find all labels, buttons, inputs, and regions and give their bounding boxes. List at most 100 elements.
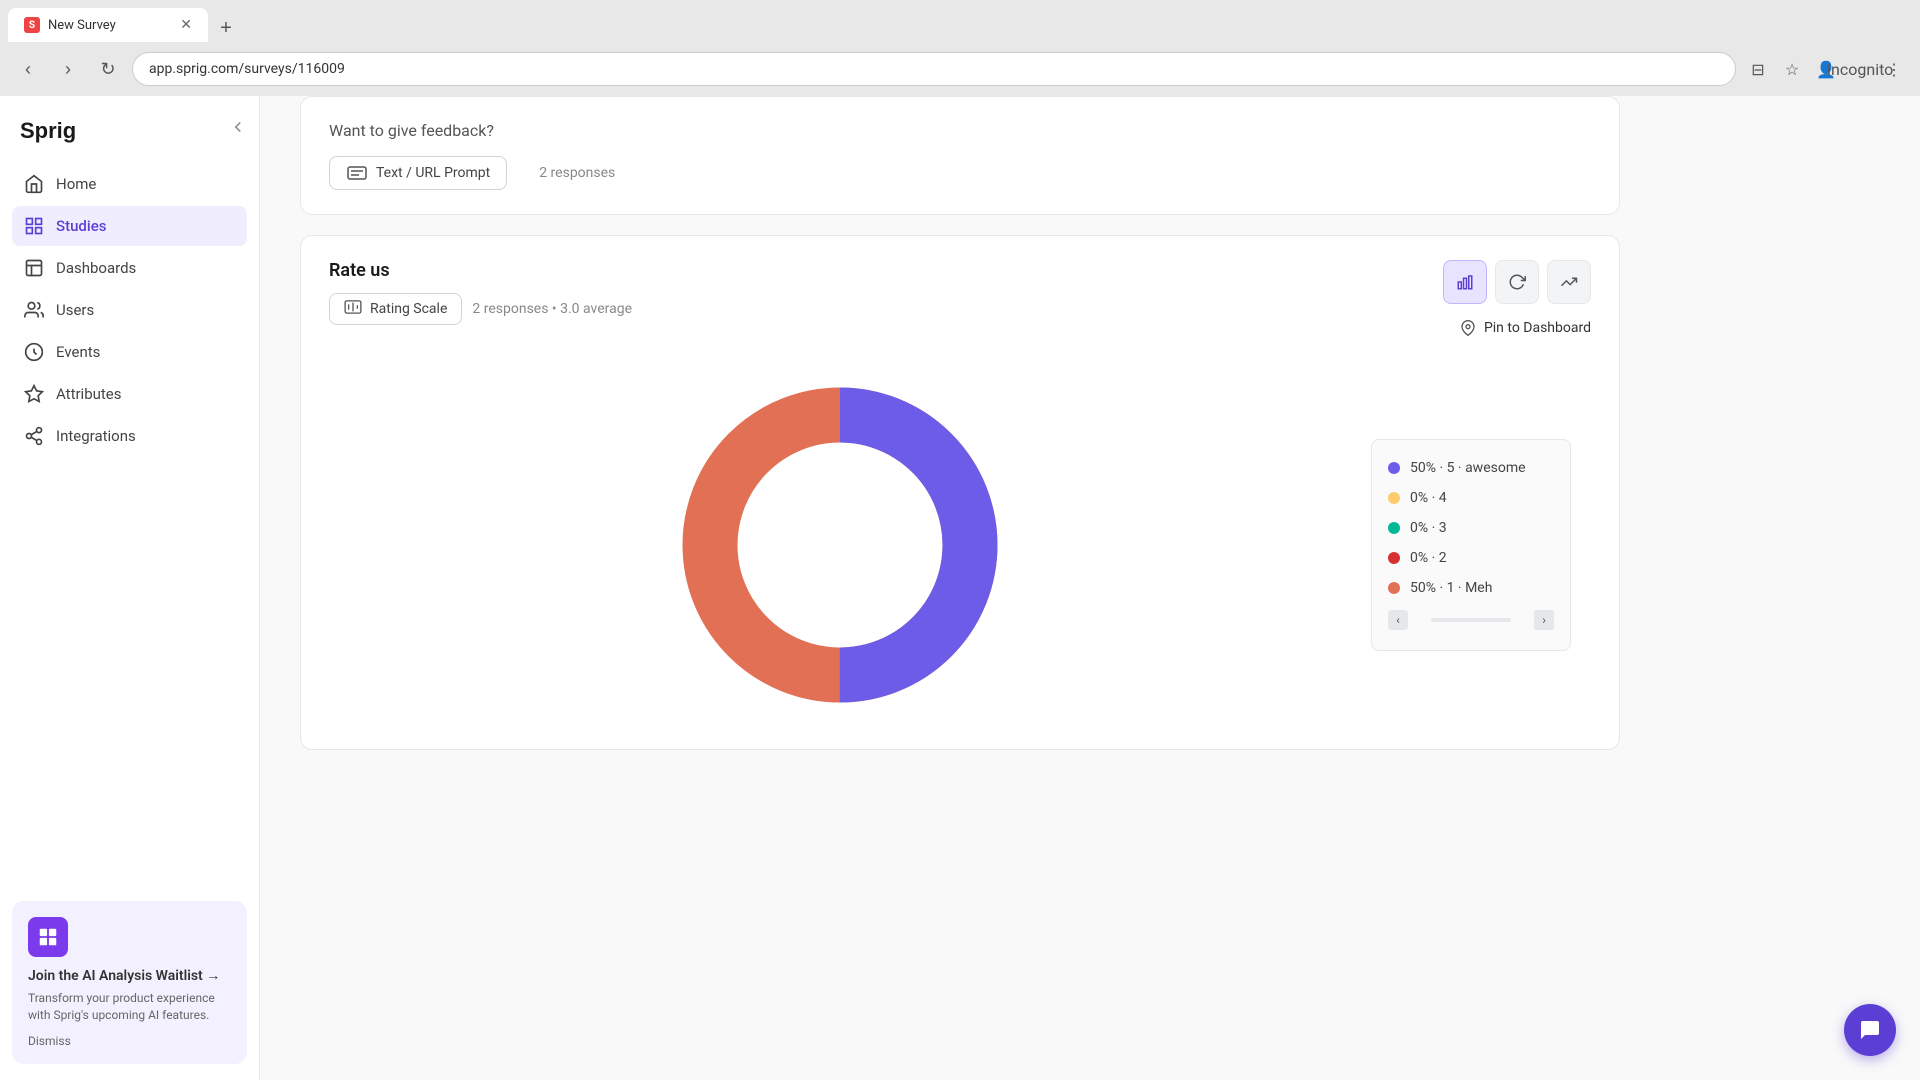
bar-chart-icon: [1456, 273, 1474, 291]
attributes-icon: [24, 384, 44, 404]
content-area: Want to give feedback? Text / URL Prompt…: [260, 96, 1660, 790]
legend-label-4: 50% · 1 · Meh: [1410, 580, 1492, 596]
rating-badge: Rating Scale: [329, 293, 462, 325]
legend-dot-3: [1388, 552, 1400, 564]
ai-banner: Join the AI Analysis Waitlist → Transfor…: [12, 901, 247, 1064]
sidebar-item-label: Dashboards: [56, 259, 136, 277]
ai-banner-dismiss[interactable]: Dismiss: [28, 1034, 231, 1048]
rating-badge-label: Rating Scale: [370, 301, 447, 317]
sidebar-logo: Sprig: [0, 96, 259, 164]
sidebar-nav: Home Studies Dashboards Users Events: [0, 164, 259, 885]
donut-chart: [670, 375, 1010, 715]
rating-responses: 2 responses • 3.0 average: [472, 301, 632, 317]
legend-item-1: 0% · 4: [1388, 490, 1554, 506]
legend-label-3: 0% · 2: [1410, 550, 1447, 566]
trend-button[interactable]: [1547, 260, 1591, 304]
legend-label-1: 0% · 4: [1410, 490, 1447, 506]
legend-item-3: 0% · 2: [1388, 550, 1554, 566]
sprig-logo: Sprig: [20, 116, 100, 144]
rating-card-left: Rate us Rating Scale 2 responses • 3.0 a…: [329, 260, 632, 349]
address-bar[interactable]: app.sprig.com/surveys/116009: [132, 52, 1736, 86]
sidebar-item-studies[interactable]: Studies: [12, 206, 247, 246]
dashboards-icon: [24, 258, 44, 278]
bookmark-icon[interactable]: ☆: [1778, 55, 1806, 83]
text-url-icon: [346, 165, 368, 181]
legend-nav: ‹ ›: [1388, 610, 1554, 630]
text-url-card: Want to give feedback? Text / URL Prompt…: [300, 96, 1620, 215]
reload-button[interactable]: ↻: [92, 53, 124, 85]
back-button[interactable]: ‹: [12, 53, 44, 85]
browser-chrome: S New Survey ✕ + ‹ › ↻ app.sprig.com/sur…: [0, 0, 1920, 96]
pin-icon: [1460, 320, 1476, 336]
sidebar-item-integrations[interactable]: Integrations: [12, 416, 247, 456]
chart-area: 50% · 5 · awesome 0% · 4 0% · 3 0%: [329, 365, 1591, 725]
url-text: app.sprig.com/surveys/116009: [149, 61, 345, 77]
sidebar-item-attributes[interactable]: Attributes: [12, 374, 247, 414]
legend-item-0: 50% · 5 · awesome: [1388, 460, 1554, 476]
sidebar-item-events[interactable]: Events: [12, 332, 247, 372]
new-tab-button[interactable]: +: [212, 14, 240, 42]
tab-favicon: S: [24, 17, 40, 33]
sidebar-item-users[interactable]: Users: [12, 290, 247, 330]
responses-count: 2 responses: [539, 165, 615, 181]
rating-card: Rate us Rating Scale 2 responses • 3.0 a…: [300, 235, 1620, 750]
legend-item-2: 0% · 3: [1388, 520, 1554, 536]
sidebar: Sprig Home Studies Dashboards: [0, 96, 260, 1080]
incognito-label: Incognito: [1846, 55, 1874, 83]
forward-button[interactable]: ›: [52, 53, 84, 85]
cast-icon[interactable]: ⊟: [1744, 55, 1772, 83]
sidebar-collapse-button[interactable]: [229, 118, 247, 140]
legend-item-4: 50% · 1 · Meh: [1388, 580, 1554, 596]
legend-dot-2: [1388, 522, 1400, 534]
rating-meta: Rating Scale 2 responses • 3.0 average: [329, 293, 632, 325]
rating-title: Rate us: [329, 260, 632, 281]
sidebar-item-home[interactable]: Home: [12, 164, 247, 204]
sidebar-item-label: Events: [56, 343, 100, 361]
response-type-badge: Text / URL Prompt: [329, 156, 507, 190]
card-question: Want to give feedback?: [329, 121, 1591, 140]
browser-toolbar: ‹ › ↻ app.sprig.com/surveys/116009 ⊟ ☆ 👤…: [0, 42, 1920, 96]
legend-panel: 50% · 5 · awesome 0% · 4 0% · 3 0%: [1371, 439, 1571, 651]
legend-dot-1: [1388, 492, 1400, 504]
ai-banner-icon: [28, 917, 68, 957]
legend-next-button[interactable]: ›: [1534, 610, 1554, 630]
toolbar-icons: ⊟ ☆ 👤 Incognito ⋮: [1744, 55, 1908, 83]
card-tools: [1443, 260, 1591, 304]
sidebar-item-dashboards[interactable]: Dashboards: [12, 248, 247, 288]
sidebar-item-label: Studies: [56, 217, 106, 235]
legend-dot-0: [1388, 462, 1400, 474]
tab-label: New Survey: [48, 18, 116, 33]
home-icon: [24, 174, 44, 194]
pin-to-dashboard-button[interactable]: Pin to Dashboard: [1460, 320, 1591, 336]
legend-scrollbar: [1431, 618, 1511, 622]
ai-banner-description: Transform your product experience with S…: [28, 990, 231, 1024]
sidebar-item-label: Users: [56, 301, 94, 319]
active-tab[interactable]: S New Survey ✕: [8, 8, 208, 42]
chat-fab-button[interactable]: [1844, 1004, 1896, 1056]
trend-icon: [1560, 273, 1578, 291]
donut-chart-wrapper: [349, 365, 1331, 725]
users-icon: [24, 300, 44, 320]
ai-banner-title[interactable]: Join the AI Analysis Waitlist →: [28, 967, 231, 984]
sidebar-item-label: Attributes: [56, 385, 122, 403]
bar-chart-button[interactable]: [1443, 260, 1487, 304]
card-tools-right: Pin to Dashboard: [1443, 260, 1591, 336]
refresh-icon: [1508, 273, 1526, 291]
main-content: Want to give feedback? Text / URL Prompt…: [260, 96, 1920, 1080]
tab-close-button[interactable]: ✕: [180, 17, 192, 33]
studies-icon: [24, 216, 44, 236]
browser-tabs: S New Survey ✕ +: [0, 0, 1920, 42]
refresh-button[interactable]: [1495, 260, 1539, 304]
app-layout: Sprig Home Studies Dashboards: [0, 96, 1920, 1080]
pin-label: Pin to Dashboard: [1484, 320, 1591, 336]
integrations-icon: [24, 426, 44, 446]
chat-icon: [1858, 1018, 1882, 1042]
legend-dot-4: [1388, 582, 1400, 594]
rating-scale-icon: [344, 300, 362, 318]
badge-label: Text / URL Prompt: [376, 165, 490, 181]
legend-label-0: 50% · 5 · awesome: [1410, 460, 1526, 476]
donut-center: [740, 445, 940, 645]
legend-prev-button[interactable]: ‹: [1388, 610, 1408, 630]
menu-icon[interactable]: ⋮: [1880, 55, 1908, 83]
events-icon: [24, 342, 44, 362]
